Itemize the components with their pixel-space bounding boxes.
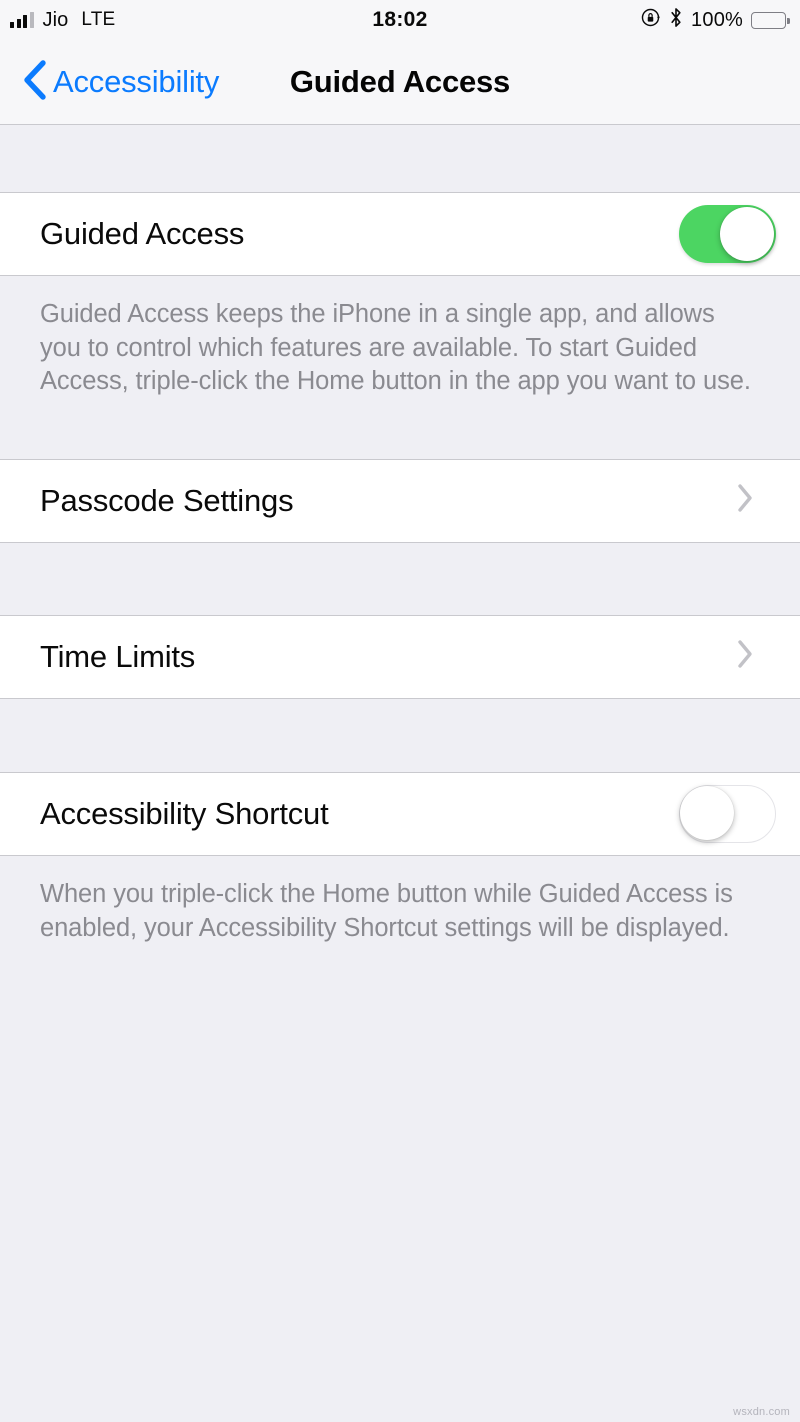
chevron-right-icon xyxy=(737,483,754,518)
iphone-settings-screen: Jio LTE 18:02 100% Accessibility Guided … xyxy=(0,0,800,1422)
row-guided-access[interactable]: Guided Access xyxy=(0,193,800,275)
carrier-name: Jio xyxy=(42,8,69,31)
battery-icon xyxy=(751,11,790,29)
watermark: wsxdn.com xyxy=(733,1406,790,1418)
section-spacer-1 xyxy=(0,542,800,615)
row-accessibility-shortcut[interactable]: Accessibility Shortcut xyxy=(0,772,800,855)
signal-bars-icon xyxy=(10,12,34,28)
status-bar-left: Jio LTE xyxy=(10,9,115,32)
status-bar: Jio LTE 18:02 100% xyxy=(0,0,800,40)
passcode-settings-group: Passcode Settings xyxy=(0,458,800,543)
back-button[interactable]: Accessibility xyxy=(0,59,219,106)
time-limits-group: Time Limits xyxy=(0,614,800,699)
section-spacer-2 xyxy=(0,698,800,772)
row-time-limits[interactable]: Time Limits xyxy=(0,615,800,698)
guided-access-group: Guided Access xyxy=(0,192,800,276)
row-label-time-limits: Time Limits xyxy=(40,638,196,674)
navigation-bar: Accessibility Guided Access xyxy=(0,40,800,125)
row-label-accessibility-shortcut: Accessibility Shortcut xyxy=(40,795,329,831)
row-passcode-settings[interactable]: Passcode Settings xyxy=(0,459,800,542)
toggle-knob xyxy=(680,785,734,840)
rotation-lock-icon xyxy=(640,7,661,33)
row-label-passcode-settings: Passcode Settings xyxy=(40,482,294,518)
accessibility-shortcut-toggle[interactable] xyxy=(679,784,776,843)
accessibility-shortcut-group: Accessibility Shortcut xyxy=(0,771,800,856)
section-spacer-top xyxy=(0,125,800,192)
accessibility-shortcut-footer-text: When you triple-click the Home button wh… xyxy=(0,855,800,972)
back-button-label: Accessibility xyxy=(53,64,220,99)
network-type: LTE xyxy=(81,9,116,30)
battery-percent-label: 100% xyxy=(691,8,743,31)
toggle-knob xyxy=(720,207,774,261)
guided-access-toggle[interactable] xyxy=(679,205,776,263)
row-label-guided-access: Guided Access xyxy=(40,216,245,251)
chevron-right-icon xyxy=(737,639,754,674)
chevron-left-icon xyxy=(22,59,48,106)
bluetooth-icon xyxy=(669,7,683,33)
status-bar-right: 100% xyxy=(640,7,790,33)
guided-access-footer-text: Guided Access keeps the iPhone in a sing… xyxy=(0,276,800,459)
